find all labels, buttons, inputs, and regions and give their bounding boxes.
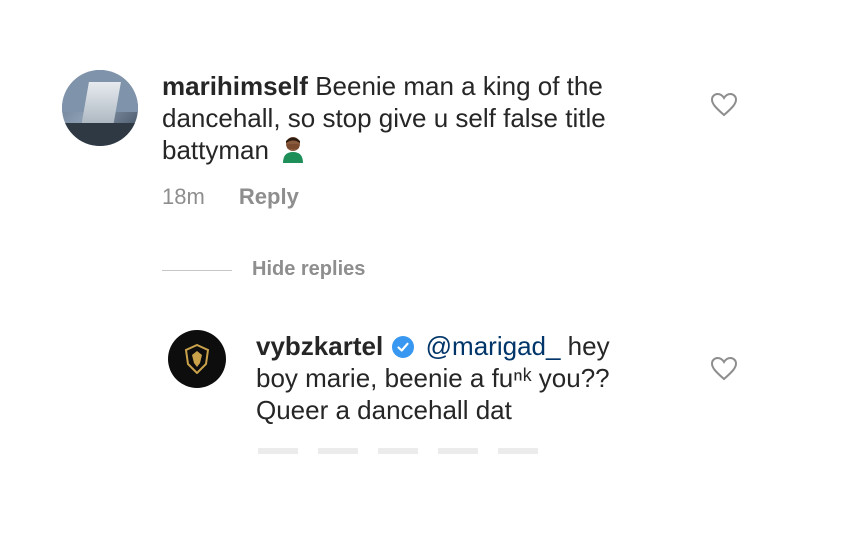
reply-text-line3: Queer a dancehall dat <box>256 395 512 425</box>
comment-body: marihimself Beenie man a king of the dan… <box>162 70 682 170</box>
comment-timestamp: 18m <box>162 184 205 209</box>
reply-username[interactable]: vybzkartel <box>256 331 383 361</box>
commenter-avatar[interactable] <box>62 70 138 146</box>
crest-logo-icon <box>184 343 210 375</box>
reply-text-line1: hey <box>560 331 610 361</box>
reply-like-heart-icon[interactable] <box>710 356 738 387</box>
like-heart-icon[interactable] <box>710 92 738 123</box>
facepalm-emoji-icon <box>280 135 306 170</box>
comment-text-line2: dancehall, so stop give u self false tit… <box>162 103 606 133</box>
hide-replies-divider <box>162 270 232 271</box>
reply-avatar[interactable] <box>168 330 226 388</box>
comment-username[interactable]: marihimself <box>162 71 308 101</box>
verified-badge-icon <box>392 336 415 358</box>
comment-meta: 18m Reply <box>162 184 299 210</box>
reply-mention-link[interactable]: @marigad_ <box>426 331 561 361</box>
reply-text-line2: boy marie, beenie a fuⁿᵏ you?? <box>256 363 610 393</box>
comment-text-line1: Beenie man a king of the <box>315 71 603 101</box>
cropped-meta-row <box>258 448 538 454</box>
hide-replies-button[interactable]: Hide replies <box>252 258 365 281</box>
reply-button[interactable]: Reply <box>239 184 299 209</box>
reply-body: vybzkartel @marigad_ hey boy marie, been… <box>256 330 676 426</box>
comment-text-line3: battyman <box>162 135 269 165</box>
